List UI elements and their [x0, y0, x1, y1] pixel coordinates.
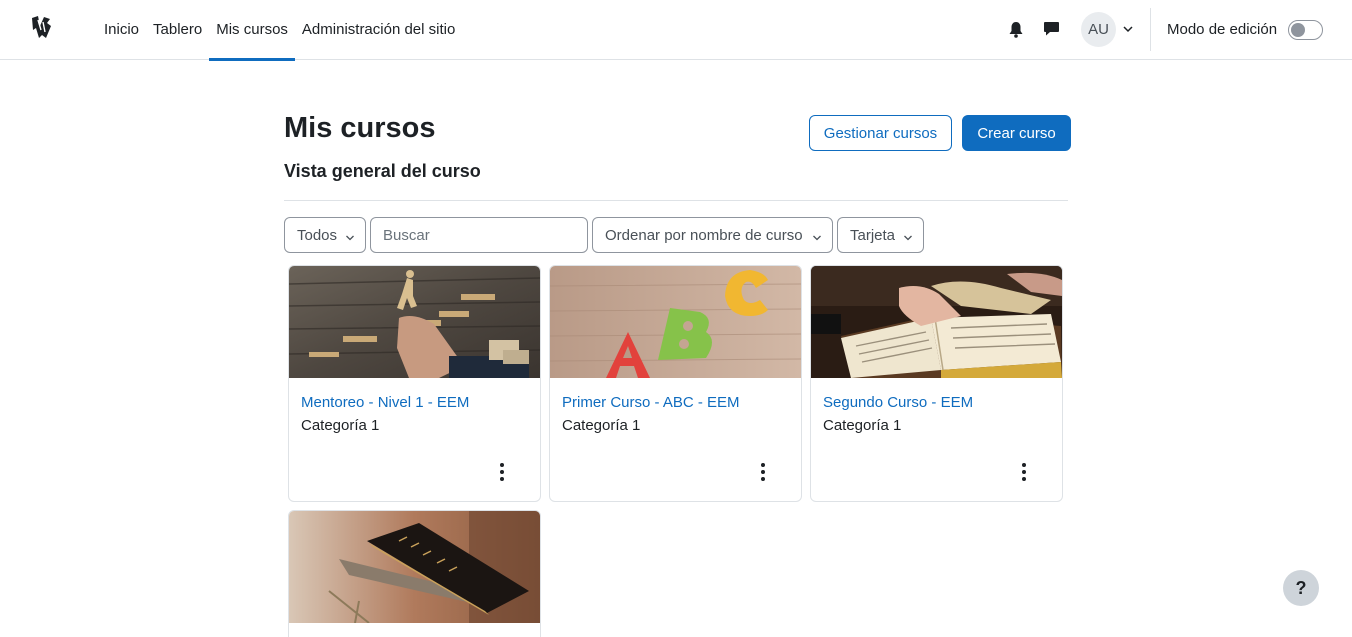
- course-actions-kebab-icon[interactable]: [492, 460, 512, 484]
- grouping-dropdown[interactable]: Todos: [284, 217, 366, 253]
- course-search-input[interactable]: [370, 217, 588, 253]
- notifications-bell-icon[interactable]: [1005, 18, 1027, 40]
- primary-navigation: Inicio Tablero Mis cursos Administración…: [97, 0, 462, 61]
- chevron-down-icon: [812, 230, 822, 241]
- edit-mode-label: Modo de edición: [1167, 21, 1278, 38]
- course-name-link[interactable]: Segundo Curso - EEM: [823, 394, 973, 411]
- course-category: Categoría 1: [823, 417, 902, 434]
- site-logo-icon[interactable]: [30, 14, 54, 40]
- course-category: Categoría 1: [562, 417, 641, 434]
- course-image-open-bible[interactable]: [811, 266, 1062, 378]
- chevron-down-icon: [903, 230, 913, 241]
- course-image-holy-bible[interactable]: [289, 511, 540, 623]
- course-image-abc-letters[interactable]: [550, 266, 801, 378]
- view-dropdown[interactable]: Tarjeta: [837, 217, 924, 253]
- messages-chat-icon[interactable]: [1040, 18, 1062, 40]
- edit-mode-toggle[interactable]: [1288, 20, 1323, 40]
- course-card: [288, 510, 541, 637]
- sort-dropdown[interactable]: Ordenar por nombre de curso: [592, 217, 833, 253]
- course-card: Mentoreo - Nivel 1 - EEM Categoría 1: [288, 265, 541, 502]
- navbar-divider: [1150, 8, 1151, 51]
- manage-courses-button[interactable]: Gestionar cursos: [809, 115, 952, 151]
- grouping-dropdown-value: Todos: [297, 226, 338, 244]
- course-actions-kebab-icon[interactable]: [1014, 460, 1034, 484]
- course-name-link[interactable]: Primer Curso - ABC - EEM: [562, 394, 740, 411]
- course-name-link[interactable]: Mentoreo - Nivel 1 - EEM: [301, 394, 469, 411]
- edit-mode-toggle-knob: [1291, 23, 1305, 37]
- user-avatar[interactable]: AU: [1081, 12, 1116, 47]
- course-image-stairs-hand[interactable]: [289, 266, 540, 378]
- help-question-icon[interactable]: ?: [1283, 570, 1319, 606]
- course-actions-kebab-icon[interactable]: [753, 460, 773, 484]
- user-menu-chevron-down-icon[interactable]: [1122, 22, 1134, 36]
- page-title: Mis cursos: [284, 112, 436, 144]
- nav-link-mis-cursos[interactable]: Mis cursos: [209, 0, 295, 61]
- chevron-down-icon: [345, 230, 355, 241]
- course-card: Segundo Curso - EEM Categoría 1: [810, 265, 1063, 502]
- course-card: Primer Curso - ABC - EEM Categoría 1: [549, 265, 802, 502]
- section-divider: [284, 200, 1068, 201]
- create-course-button[interactable]: Crear curso: [962, 115, 1071, 151]
- top-navbar: Inicio Tablero Mis cursos Administración…: [0, 0, 1352, 61]
- sort-dropdown-value: Ordenar por nombre de curso: [605, 226, 803, 244]
- nav-link-inicio[interactable]: Inicio: [97, 0, 146, 60]
- view-dropdown-value: Tarjeta: [850, 226, 896, 244]
- nav-link-tablero[interactable]: Tablero: [146, 0, 209, 60]
- course-overview-heading: Vista general del curso: [284, 161, 481, 181]
- course-category: Categoría 1: [301, 417, 380, 434]
- nav-link-administracion[interactable]: Administración del sitio: [295, 0, 462, 60]
